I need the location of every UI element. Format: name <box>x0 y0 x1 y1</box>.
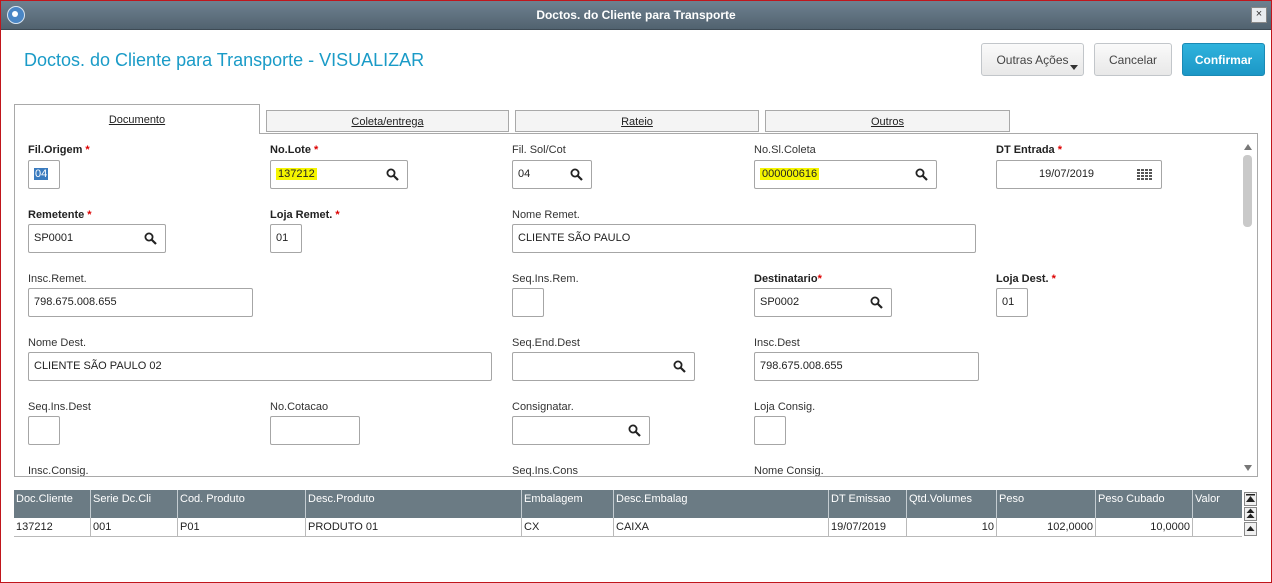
no-lote-field[interactable]: 137212 <box>270 160 408 189</box>
tab-rateio[interactable]: Rateio <box>515 110 759 132</box>
table-cell[interactable]: CX <box>522 518 614 536</box>
search-icon[interactable] <box>144 232 157 245</box>
grid-navigation <box>1244 492 1258 582</box>
column-header[interactable]: Cod. Produto <box>178 490 306 518</box>
column-header[interactable]: Embalagem <box>522 490 614 518</box>
column-header[interactable]: Desc.Embalag <box>614 490 829 518</box>
column-header[interactable]: Valor <box>1193 490 1242 518</box>
table-cell[interactable]: 19/07/2019 <box>829 518 907 536</box>
fil-sol-cot-label: Fil. Sol/Cot <box>512 144 566 156</box>
items-grid: Doc.Cliente Serie Dc.Cli Cod. Produto De… <box>14 490 1242 582</box>
more-actions-button[interactable]: Outras Ações <box>981 43 1084 76</box>
table-cell[interactable]: 102,0000 <box>997 518 1096 536</box>
scroll-down-arrow-icon[interactable] <box>1244 465 1252 471</box>
form-scrollbar[interactable] <box>1241 141 1255 475</box>
loja-consig-label: Loja Consig. <box>754 401 816 413</box>
fil-sol-cot-field[interactable]: 04 <box>512 160 592 189</box>
dropdown-caret-icon <box>1070 65 1078 70</box>
app-window: Doctos. do Cliente para Transporte × Doc… <box>0 0 1272 583</box>
table-cell[interactable] <box>1193 518 1242 536</box>
search-icon[interactable] <box>870 296 883 309</box>
table-cell[interactable]: CAIXA <box>614 518 829 536</box>
seq-ins-dest-field[interactable] <box>28 416 60 445</box>
seq-end-dest-field[interactable] <box>512 352 695 381</box>
insc-dest-label: Insc.Dest <box>754 337 800 349</box>
dt-entrada-field[interactable]: 19/07/2019 <box>996 160 1162 189</box>
tab-outros[interactable]: Outros <box>765 110 1010 132</box>
grid-up-icon[interactable] <box>1244 522 1257 536</box>
no-cotacao-label: No.Cotacao <box>270 401 329 413</box>
tab-documento[interactable]: Documento <box>14 104 260 134</box>
tab-coleta-entrega[interactable]: Coleta/entrega <box>266 110 509 132</box>
insc-consig-label: Insc.Consig. <box>28 465 89 477</box>
remetente-field[interactable]: SP0001 <box>28 224 166 253</box>
more-actions-label: Outras Ações <box>996 53 1069 67</box>
column-header[interactable]: Serie Dc.Cli <box>91 490 178 518</box>
cancel-button[interactable]: Cancelar <box>1094 43 1172 76</box>
destinatario-label: Destinatario* <box>754 273 822 285</box>
nome-remet-field[interactable]: CLIENTE SÃO PAULO <box>512 224 976 253</box>
table-cell[interactable]: 10,0000 <box>1096 518 1193 536</box>
insc-remet-label: Insc.Remet. <box>28 273 87 285</box>
document-form-panel: Fil.Origem * 04 No.Lote * 137212 Fil. Sol/… <box>14 133 1258 477</box>
dt-entrada-label: DT Entrada * <box>996 144 1062 156</box>
column-header[interactable]: DT Emissao <box>829 490 907 518</box>
table-cell[interactable]: 10 <box>907 518 997 536</box>
loja-remet-field[interactable]: 01 <box>270 224 302 253</box>
scroll-up-arrow-icon[interactable] <box>1244 144 1252 150</box>
window-title: Doctos. do Cliente para Transporte <box>536 8 736 22</box>
no-sl-coleta-label: No.Sl.Coleta <box>754 144 816 156</box>
seq-ins-dest-label: Seq.Ins.Dest <box>28 401 91 413</box>
seq-ins-cons-label: Seq.Ins.Cons <box>512 465 579 477</box>
confirm-button[interactable]: Confirmar <box>1182 43 1265 76</box>
loja-dest-field[interactable]: 01 <box>996 288 1028 317</box>
insc-remet-field[interactable]: 798.675.008.655 <box>28 288 253 317</box>
search-icon[interactable] <box>673 360 686 373</box>
fil-origem-label: Fil.Origem * <box>28 144 90 156</box>
insc-dest-field[interactable]: 798.675.008.655 <box>754 352 979 381</box>
nome-consig-label: Nome Consig. <box>754 465 824 477</box>
column-header[interactable]: Doc.Cliente <box>14 490 91 518</box>
seq-end-dest-label: Seq.End.Dest <box>512 337 580 349</box>
loja-dest-label: Loja Dest. * <box>996 273 1056 285</box>
search-icon[interactable] <box>570 168 583 181</box>
search-icon[interactable] <box>915 168 928 181</box>
seq-ins-rem-field[interactable] <box>512 288 544 317</box>
scrollbar-thumb[interactable] <box>1243 155 1252 227</box>
search-icon[interactable] <box>386 168 399 181</box>
grid-page-up-icon[interactable] <box>1244 507 1257 521</box>
close-icon[interactable]: × <box>1251 7 1267 23</box>
tab-bar: Documento Coleta/entrega Rateio Outros <box>14 104 1014 134</box>
column-header[interactable]: Peso <box>997 490 1096 518</box>
remetente-label: Remetente * <box>28 209 92 221</box>
table-cell[interactable]: 137212 <box>14 518 91 536</box>
seq-ins-rem-label: Seq.Ins.Rem. <box>512 273 579 285</box>
no-lote-label: No.Lote * <box>270 144 319 156</box>
table-row[interactable]: 137212 001 P01 PRODUTO 01 CX CAIXA 19/07… <box>14 518 1242 537</box>
fil-origem-field[interactable]: 04 <box>28 160 60 189</box>
loja-remet-label: Loja Remet. * <box>270 209 340 221</box>
no-sl-coleta-field[interactable]: 000000616 <box>754 160 937 189</box>
table-cell[interactable]: P01 <box>178 518 306 536</box>
consignatar-field[interactable] <box>512 416 650 445</box>
nome-dest-field[interactable]: CLIENTE SÃO PAULO 02 <box>28 352 492 381</box>
destinatario-field[interactable]: SP0002 <box>754 288 892 317</box>
grid-header: Doc.Cliente Serie Dc.Cli Cod. Produto De… <box>14 490 1242 518</box>
calendar-icon[interactable] <box>1137 169 1153 181</box>
column-header[interactable]: Peso Cubado <box>1096 490 1193 518</box>
table-cell[interactable]: 001 <box>91 518 178 536</box>
grid-first-icon[interactable] <box>1244 492 1257 506</box>
consignatar-label: Consignatar. <box>512 401 574 413</box>
nome-dest-label: Nome Dest. <box>28 337 87 349</box>
page-title: Doctos. do Cliente para Transporte - VIS… <box>24 50 425 70</box>
title-bar: Doctos. do Cliente para Transporte × <box>1 1 1271 30</box>
column-header[interactable]: Qtd.Volumes <box>907 490 997 518</box>
loja-consig-field[interactable] <box>754 416 786 445</box>
table-cell[interactable]: PRODUTO 01 <box>306 518 522 536</box>
search-icon[interactable] <box>628 424 641 437</box>
no-cotacao-field[interactable] <box>270 416 360 445</box>
nome-remet-label: Nome Remet. <box>512 209 580 221</box>
page-header: Doctos. do Cliente para Transporte - VIS… <box>1 30 1271 96</box>
column-header[interactable]: Desc.Produto <box>306 490 522 518</box>
